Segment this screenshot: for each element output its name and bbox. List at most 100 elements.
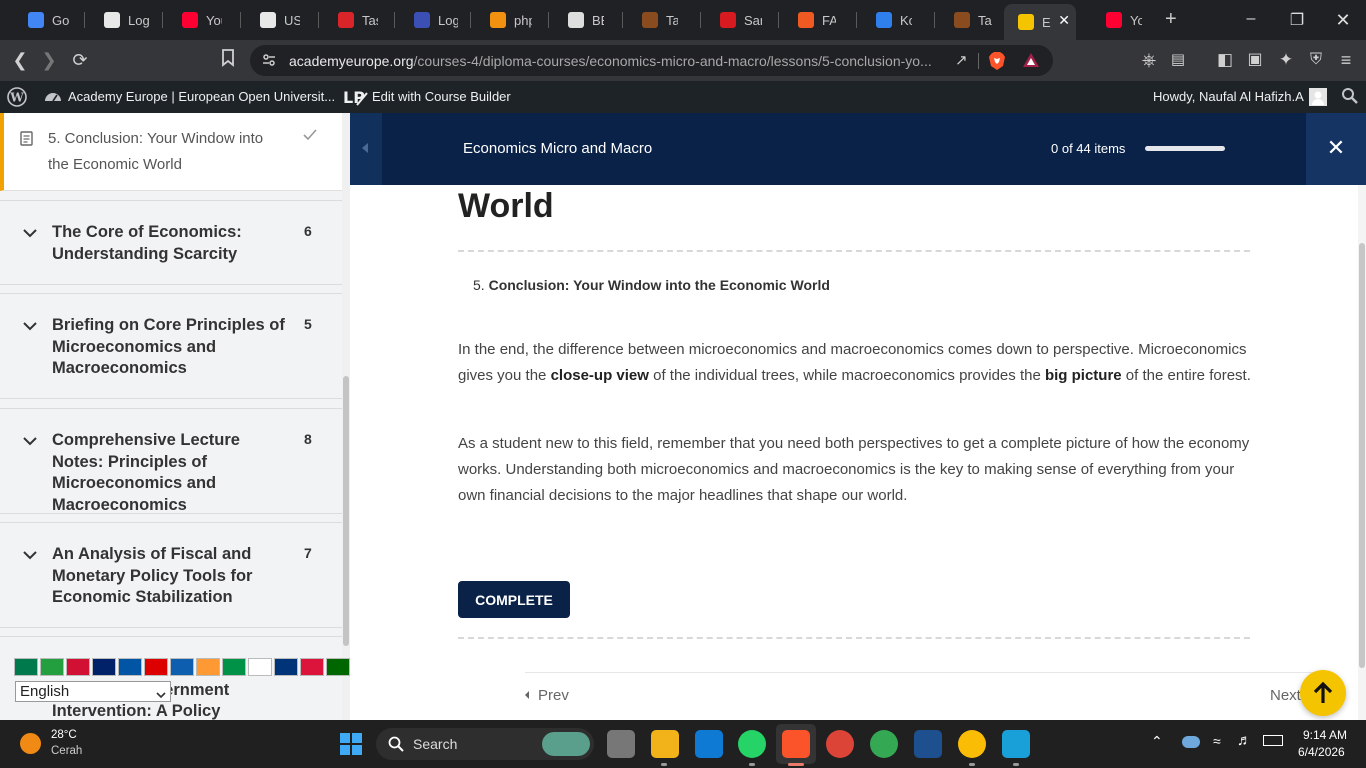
vscode-icon[interactable]: [695, 730, 723, 758]
sidebar-scrollbar-thumb[interactable]: [343, 376, 349, 646]
sidebar-section-3[interactable]: Comprehensive Lecture Notes: Principles …: [0, 408, 342, 514]
tab[interactable]: Komi: [862, 6, 912, 34]
content-scrollbar-thumb[interactable]: [1359, 243, 1365, 668]
wordpress-logo-icon[interactable]: W: [7, 87, 27, 110]
site-name-link[interactable]: Academy Europe | European Open Universit…: [68, 89, 335, 104]
tab[interactable]: USER: [246, 6, 300, 34]
cloud-icon[interactable]: [1182, 736, 1200, 748]
flag-icon[interactable]: [222, 658, 246, 676]
avatar[interactable]: [1309, 88, 1327, 106]
flag-icon[interactable]: [170, 658, 194, 676]
weather-sun-icon[interactable]: [20, 733, 41, 754]
flag-icon[interactable]: [40, 658, 64, 676]
tab[interactable]: Tarsiu: [628, 6, 678, 34]
flag-icon[interactable]: [300, 658, 324, 676]
tab[interactable]: FAJRI: [784, 6, 836, 34]
tab[interactable]: YouT: [168, 6, 222, 34]
flag-icon[interactable]: [196, 658, 220, 676]
tab[interactable]: BEP F: [554, 6, 604, 34]
sidebar-section-1[interactable]: The Core of Economics: Understanding Sca…: [0, 200, 342, 285]
clock-time[interactable]: 9:14 AM: [1303, 728, 1347, 742]
content-scrollbar[interactable]: [1358, 185, 1366, 720]
sidebar-toggle-icon[interactable]: ◧: [1213, 49, 1237, 71]
tab[interactable]: YouT: [1092, 6, 1142, 34]
clock-date[interactable]: 6/4/2026: [1298, 745, 1345, 759]
brave-browser-icon[interactable]: [782, 730, 810, 758]
tab[interactable]: Goog: [14, 6, 70, 34]
sidebar-section-4[interactable]: An Analysis of Fiscal and Monetary Polic…: [0, 522, 342, 628]
bookmark-icon[interactable]: [216, 49, 240, 72]
language-select[interactable]: English: [15, 681, 171, 702]
weather-temperature[interactable]: 28°C: [51, 729, 77, 741]
prev-link[interactable]: Prev: [524, 687, 569, 704]
flag-icon[interactable]: [92, 658, 116, 676]
tab[interactable]: Same: [706, 6, 762, 34]
current-lesson-item[interactable]: 5. Conclusion: Your Window into the Econ…: [0, 113, 342, 191]
tab-label: Same: [744, 12, 762, 28]
wallet-icon[interactable]: ▣: [1243, 49, 1267, 71]
tab[interactable]: Login: [90, 6, 150, 34]
chevron-up-icon[interactable]: ⌃: [1151, 733, 1163, 750]
course-title[interactable]: Economics Micro and Macro: [463, 140, 652, 157]
leo-ai-icon[interactable]: ✦: [1274, 49, 1298, 71]
brave-rewards-icon[interactable]: [1022, 52, 1040, 73]
tab[interactable]: Tasks: [324, 6, 378, 34]
whatsapp-icon[interactable]: [738, 730, 766, 758]
flag-icon[interactable]: [326, 658, 350, 676]
flag-icon[interactable]: [144, 658, 168, 676]
url-text[interactable]: academyeurope.org/courses-4/diploma-cour…: [289, 53, 944, 69]
flag-icon[interactable]: [66, 658, 90, 676]
site-info-icon[interactable]: [262, 53, 276, 72]
tab[interactable]: Login: [400, 6, 458, 34]
new-tab-button[interactable]: +: [1165, 8, 1177, 31]
toc-item[interactable]: 5. Conclusion: Your Window into the Econ…: [473, 277, 830, 293]
share-icon[interactable]: ↗: [955, 51, 968, 69]
taskbar-search[interactable]: Search: [376, 728, 594, 760]
scroll-to-top-button[interactable]: [1300, 670, 1346, 716]
p1-bold: big picture: [1044, 367, 1122, 384]
next-link[interactable]: Next: [1270, 687, 1301, 704]
complete-button[interactable]: COMPLETE: [458, 581, 570, 618]
brave-shields-icon[interactable]: [988, 51, 1006, 76]
volume-icon[interactable]: ♬: [1237, 732, 1252, 749]
file-explorer-icon[interactable]: [651, 730, 679, 758]
wifi-icon[interactable]: ≈: [1213, 733, 1221, 749]
notepad-icon[interactable]: [1002, 730, 1030, 758]
battery-icon[interactable]: [1263, 735, 1283, 746]
chrome-profile-icon[interactable]: [870, 730, 898, 758]
sidebar-section-2[interactable]: Briefing on Core Principles of Microecon…: [0, 293, 342, 399]
flag-icon[interactable]: [14, 658, 38, 676]
flag-icon[interactable]: [118, 658, 142, 676]
collapse-sidebar-button[interactable]: [350, 113, 382, 185]
menu-icon[interactable]: ≡: [1334, 49, 1358, 71]
vpn-shield-icon[interactable]: ⛨: [1304, 49, 1328, 71]
chrome-icon[interactable]: [826, 730, 854, 758]
close-course-button[interactable]: ✕: [1306, 113, 1366, 185]
windows-start-icon[interactable]: [340, 733, 362, 760]
task-view-icon[interactable]: [607, 730, 635, 758]
tab[interactable]: Tarsiu: [940, 6, 992, 34]
paragraph-2: As a student new to this field, remember…: [458, 435, 1250, 504]
user-greeting[interactable]: Howdy, Naufal Al Hafizh.A: [1153, 89, 1304, 104]
forward-icon[interactable]: ❯: [37, 49, 61, 71]
flag-icon[interactable]: [248, 658, 272, 676]
tab-label: E: [1042, 14, 1051, 30]
flag-icon[interactable]: [274, 658, 298, 676]
app-icon[interactable]: [914, 730, 942, 758]
search-icon[interactable]: [1341, 87, 1359, 108]
window-close-button[interactable]: ✕: [1328, 10, 1358, 31]
chrome-beta-icon[interactable]: [958, 730, 986, 758]
reload-icon[interactable]: ⟳: [68, 49, 92, 71]
tab[interactable]: phpM: [476, 6, 532, 34]
course-builder-link[interactable]: Edit with Course Builder: [372, 89, 511, 104]
reading-list-icon[interactable]: ▤: [1166, 49, 1190, 71]
tab-close-icon[interactable]: ✕: [1058, 12, 1070, 29]
back-icon[interactable]: ❮: [8, 49, 32, 71]
tab-active[interactable]: E ✕: [1004, 4, 1076, 40]
minimize-button[interactable]: –: [1236, 10, 1266, 28]
weather-condition[interactable]: Cerah: [51, 745, 82, 757]
extensions-icon[interactable]: ⎈: [1137, 49, 1161, 71]
sidebar-scrollbar[interactable]: [342, 113, 350, 720]
restore-button[interactable]: ❐: [1282, 10, 1312, 30]
address-bar[interactable]: academyeurope.org/courses-4/diploma-cour…: [250, 45, 1053, 76]
